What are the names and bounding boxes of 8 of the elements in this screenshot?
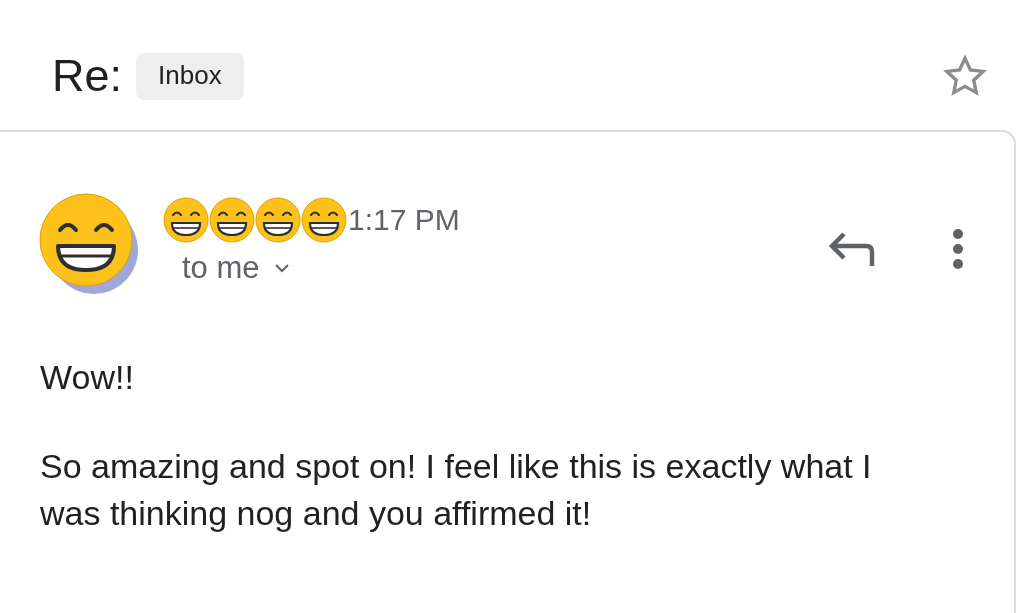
message-time: 1:17 PM	[348, 203, 460, 237]
message-paragraph: So amazing and spot on! I feel like this is exactly what I was thinking nog and you affirmed it!	[40, 446, 873, 534]
more-options-icon[interactable]	[952, 228, 964, 270]
email-subject: Re:	[52, 50, 123, 102]
label-chip[interactable]: Inbox	[136, 52, 244, 100]
message-paragraph: Wow!!	[40, 357, 135, 398]
chevron-down-icon	[273, 263, 290, 273]
recipient-toggle[interactable]: to me	[182, 250, 290, 286]
